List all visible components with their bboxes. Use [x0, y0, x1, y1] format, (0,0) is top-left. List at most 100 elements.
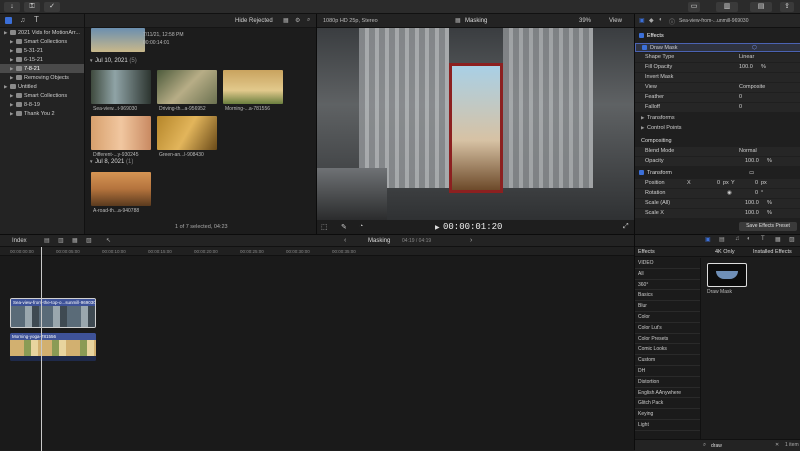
layout-button[interactable]: ▭ [688, 2, 700, 12]
search-icon[interactable]: ⌕ [307, 17, 310, 24]
mask-param-row[interactable]: Feather 0 [635, 93, 800, 102]
forward-icon[interactable]: › [470, 237, 472, 244]
transform-header[interactable]: Transform ▭ [635, 169, 800, 178]
mask-icon[interactable]: ⬡ [752, 44, 757, 53]
sidebar-item[interactable]: ▶ 8-8-19 [0, 100, 84, 109]
index-button[interactable]: Index [12, 238, 27, 244]
sidebar-item[interactable]: ▶ 6-15-21 [0, 55, 84, 64]
connect-clip-icon[interactable]: ▥ [58, 237, 64, 244]
view-popup[interactable]: View [609, 18, 622, 24]
compositing-header[interactable]: Compositing [635, 137, 800, 146]
info-inspector-icon[interactable]: ⓘ [669, 17, 675, 26]
playhead[interactable] [41, 247, 42, 451]
titles-icon[interactable]: T [34, 16, 39, 24]
share-toggle-button[interactable]: ▤ [750, 2, 772, 12]
select-tool-icon[interactable]: ↖ [106, 237, 111, 244]
position-row[interactable]: Position X 0 px Y 0 px [635, 179, 800, 188]
date-group-header[interactable]: ▼ Jul 10, 2021 (5) [89, 58, 137, 64]
4k-only-toggle[interactable]: 4K Only [715, 249, 735, 255]
effect-category[interactable]: Color Lut's [635, 323, 700, 334]
crop-icon[interactable]: ⬚ [321, 223, 328, 231]
scale-all-row[interactable]: Scale (All) 100.0% [635, 199, 800, 208]
clip-thumbnail[interactable] [91, 116, 151, 150]
installed-effects-popup[interactable]: Installed Effects [753, 249, 792, 255]
effect-category[interactable]: Keying [635, 409, 700, 420]
clip-thumbnail[interactable] [91, 172, 151, 206]
video-frame[interactable] [317, 28, 635, 220]
mask-param-row[interactable]: Invert Mask [635, 73, 800, 82]
param-value[interactable]: 0 [739, 93, 742, 102]
clip-thumbnail[interactable] [157, 116, 217, 150]
rotation-row[interactable]: Rotation ◉ 0 ° [635, 189, 800, 198]
back-icon[interactable]: ‹ [344, 237, 346, 244]
clear-search-icon[interactable]: ✕ [775, 442, 779, 448]
date-group-header[interactable]: ▼ Jul 8, 2021 (1) [89, 159, 133, 165]
play-button[interactable]: ▶ [435, 224, 440, 231]
sidebar-item[interactable]: ▶ Untitled [0, 82, 84, 91]
sidebar-item[interactable]: ▶ 2021 Vids for MotionArr... [0, 28, 84, 37]
effects-section-header[interactable]: Effects [635, 32, 800, 41]
mask-param-row[interactable]: Fill Opacity 100.0% [635, 63, 800, 72]
opacity-row[interactable]: Opacity 100.0% [635, 157, 800, 166]
effect-category[interactable]: Basics [635, 290, 700, 302]
transforms-row[interactable]: ▶ Transforms [635, 113, 800, 122]
timeline-clip-bottom[interactable]: Morning-yoga-781556 [10, 333, 96, 361]
generator-tab-icon[interactable]: ▦ [775, 236, 781, 243]
transition-tab-icon[interactable]: ▨ [789, 236, 795, 243]
sidebar-item[interactable]: ▶ 5-31-21 [0, 46, 84, 55]
enhance-icon[interactable]: ✎ [341, 223, 347, 231]
timeline-clip-top[interactable]: Sea-view-from-the-top-o...sunmill-969030 [10, 298, 96, 328]
param-value[interactable]: 100.0 [739, 63, 753, 72]
effect-category[interactable]: Comic Looks [635, 344, 700, 356]
insert-clip-icon[interactable]: ▦ [72, 237, 78, 244]
effect-category[interactable]: Light [635, 420, 700, 431]
effect-category[interactable]: All [635, 269, 700, 280]
audio-tab-icon[interactable]: ♫ [735, 236, 740, 242]
effect-category[interactable]: DH [635, 366, 700, 377]
effect-category[interactable]: Blur [635, 301, 700, 312]
timecode-display[interactable]: 00:00:01:20 [443, 222, 502, 232]
sidebar-item[interactable]: ▶ Thank You 2 [0, 109, 84, 118]
effect-category[interactable]: Color Presets [635, 334, 700, 345]
draw-mask-effect[interactable]: Draw Mask ⬡ [635, 43, 800, 52]
libraries-icon[interactable] [5, 17, 12, 24]
effect-thumbnail[interactable] [707, 263, 747, 287]
export-button[interactable]: ⇪ [780, 2, 794, 12]
sidebar-item[interactable]: ▶ Smart Collections [0, 37, 84, 46]
effects-search-input[interactable] [711, 442, 771, 450]
photos-tab-icon[interactable]: ▤ [719, 236, 725, 243]
clip-thumbnail[interactable] [91, 28, 145, 52]
import-button[interactable]: ↓ [4, 2, 20, 12]
effect-category[interactable]: Custom [635, 355, 700, 366]
param-value[interactable]: Composite [739, 83, 765, 92]
workspace-button[interactable]: ▥ [716, 2, 738, 12]
video-tab-icon[interactable]: ◐ [747, 236, 751, 242]
zoom-popup[interactable]: 39% [579, 18, 591, 24]
clip-thumbnail[interactable] [223, 70, 283, 104]
control-points-row[interactable]: ▶ Control Points [635, 123, 800, 132]
overwrite-clip-icon[interactable]: ▧ [86, 237, 92, 244]
effect-category[interactable]: Glitch Pack [635, 398, 700, 410]
title-tab-icon[interactable]: T [761, 236, 765, 242]
background-tasks-button[interactable]: ✓ [44, 2, 60, 12]
scale-x-row[interactable]: Scale X 100.0% [635, 209, 800, 218]
mask-param-row[interactable]: Falloff 0 [635, 103, 800, 112]
sidebar-item[interactable]: ▶ Smart Collections [0, 91, 84, 100]
clip-appearance-icon[interactable]: ▤ [44, 237, 50, 244]
effect-category[interactable]: VIDEO [635, 258, 700, 269]
sidebar-item[interactable]: ▶ Removing Objects [0, 73, 84, 82]
param-value[interactable]: Linear [739, 53, 754, 62]
filmstrip-icon[interactable]: ▦ [283, 17, 289, 24]
speed-icon[interactable]: ◔ [359, 223, 363, 230]
save-effects-preset-button[interactable]: Save Effects Preset [739, 222, 797, 231]
mask-param-row[interactable]: View Composite [635, 83, 800, 92]
photos-icon[interactable]: ♫ [20, 17, 25, 24]
project-name[interactable]: Masking [368, 238, 390, 244]
fullscreen-icon[interactable]: ⤢ [623, 223, 629, 231]
sidebar-item[interactable]: ▶ 7-8-21 [0, 64, 84, 73]
color-inspector-icon[interactable]: ◐ [659, 17, 663, 23]
timeline-ruler[interactable]: 00:00:00:00 00:00:05:00 00:00:10:00 00:00:1… [0, 247, 634, 256]
filter-popup[interactable]: Hide Rejected [235, 18, 273, 24]
effect-category[interactable]: Distortion [635, 377, 700, 388]
settings-icon[interactable]: ⚙ [295, 17, 300, 24]
